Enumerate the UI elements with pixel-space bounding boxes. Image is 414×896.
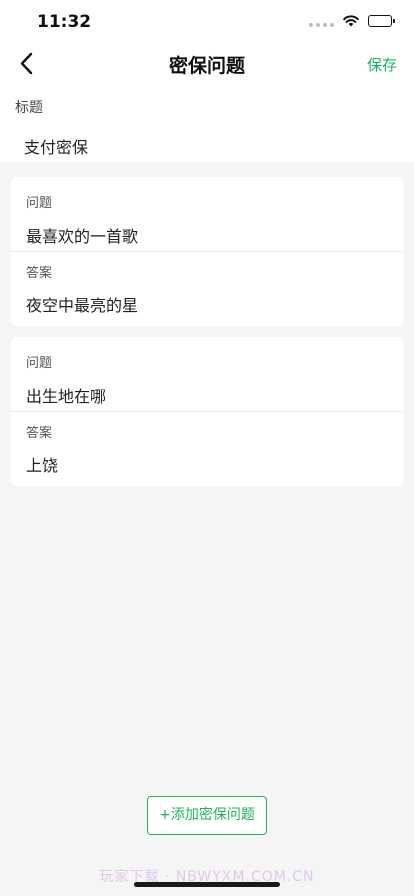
save-button[interactable]: 保存 (367, 54, 397, 75)
question-input[interactable]: 最喜欢的一首歌 (26, 223, 138, 247)
add-question-button[interactable]: +添加密保问题 (147, 796, 267, 835)
status-icons (309, 14, 395, 27)
answer-label: 答案 (26, 426, 53, 441)
status-time: 11:32 (37, 12, 92, 32)
question-input[interactable]: 出生地在哪 (26, 383, 106, 407)
status-bar: 11:32 (0, 0, 414, 44)
question-label: 问题 (26, 356, 53, 371)
question-label: 问题 (26, 196, 53, 211)
answer-input[interactable]: 夜空中最亮的星 (26, 292, 138, 316)
answer-input[interactable]: 上饶 (26, 452, 58, 476)
question-card: 问题 出生地在哪 答案 上饶 (11, 337, 404, 486)
title-section: 标题 支付密保 (0, 84, 414, 162)
security-question-screen: 11:32 密保问题 保存 标题 支付密保 问题 最喜欢的一首歌 答案 夜空中最… (0, 0, 414, 896)
answer-label: 答案 (26, 266, 53, 281)
divider (11, 251, 404, 252)
home-indicator (134, 882, 280, 887)
divider (11, 411, 404, 412)
signal-dots-icon (309, 15, 334, 27)
question-card: 问题 最喜欢的一首歌 答案 夜空中最亮的星 (11, 177, 404, 326)
wifi-icon (343, 15, 359, 27)
nav-bar: 密保问题 保存 (0, 44, 414, 84)
battery-icon (368, 14, 395, 27)
title-input[interactable]: 支付密保 (24, 134, 88, 158)
title-label: 标题 (15, 100, 43, 116)
page-title: 密保问题 (168, 55, 245, 77)
